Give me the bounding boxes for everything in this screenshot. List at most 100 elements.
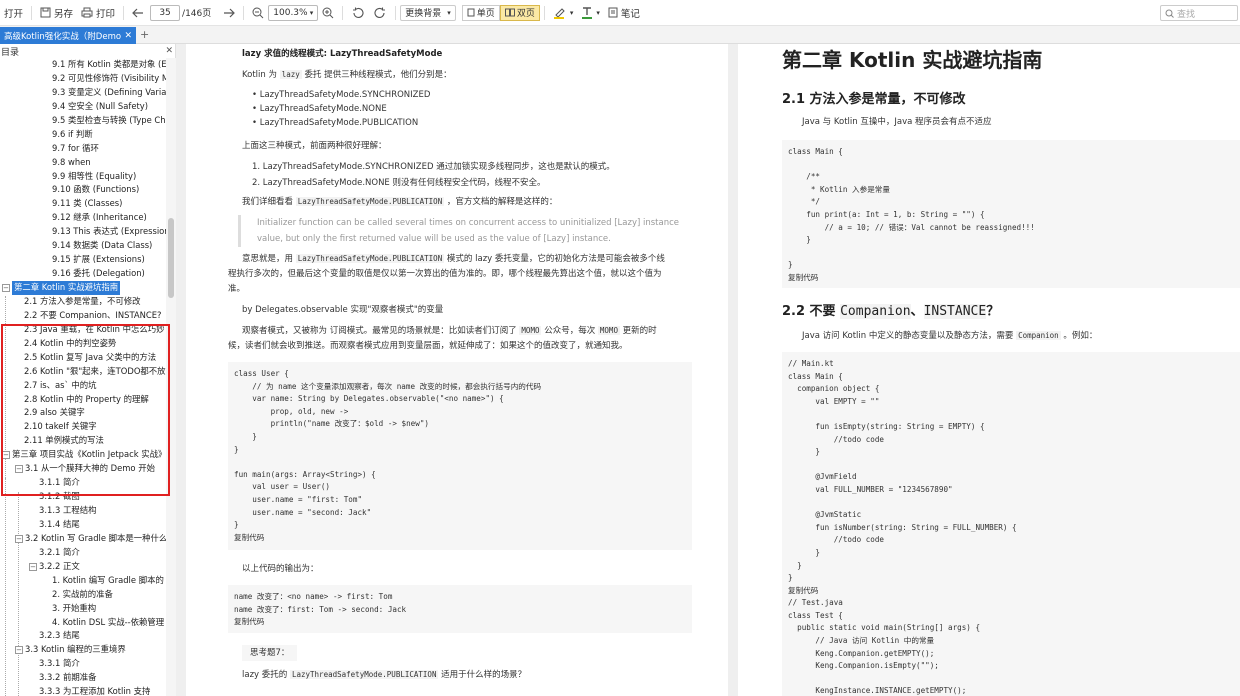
toc-item-label: 9.16 委托 (Delegation)	[52, 268, 145, 279]
toc-item[interactable]: 9.10 函数 (Functions)	[0, 183, 166, 197]
toc-title: 目录	[1, 47, 20, 58]
text: 更新的时	[622, 326, 657, 336]
code-block[interactable]: name 改变了：<no name> -> first: Tom name 改变了…	[228, 585, 692, 633]
toc-item[interactable]: 4. Kotlin DSL 实战--依赖管理	[0, 616, 166, 630]
toc-item-label: 9.6 if 判断	[52, 128, 93, 139]
toc-item[interactable]: 3.3.1 简介	[0, 657, 166, 671]
next-page-button[interactable]	[219, 8, 239, 18]
page-number-input[interactable]: 35	[150, 4, 181, 21]
toc-item-label: 9.9 相等性 (Equality)	[52, 170, 137, 181]
toc-item[interactable]: 9.3 变量定义 (Defining Variab	[0, 86, 166, 100]
text: 意思就是，用	[242, 254, 294, 264]
toc-item[interactable]: 9.15 扩展 (Extensions)	[0, 253, 166, 267]
toc-item[interactable]: −3.2 Kotlin 写 Gradle 脚本是一种什么	[0, 532, 166, 546]
copy-code-link[interactable]: 复制代码	[234, 616, 686, 629]
open-label: 打开	[4, 8, 24, 20]
toc-item[interactable]: 9.4 空安全 (Null Safety)	[0, 100, 166, 114]
toc-item[interactable]: 2. 实战前的准备	[0, 588, 166, 602]
note-button[interactable]: 笔记	[604, 6, 644, 20]
toc-item[interactable]: 1. Kotlin 编写 Gradle 脚本的	[0, 574, 166, 588]
search-input[interactable]: 查找	[1160, 5, 1238, 21]
text: lazy 委托的	[242, 670, 288, 680]
toc-item[interactable]: 9.2 可见性修饰符 (Visibility M	[0, 72, 166, 86]
zoom-select[interactable]: 100.3% ▾	[268, 4, 319, 21]
open-button[interactable]: 打开	[0, 6, 27, 20]
inline-code: Companion	[1016, 331, 1061, 340]
toc-item[interactable]: 3.3.3 为工程添加 Kotlin 支持	[0, 685, 166, 696]
page-current: 35	[159, 7, 171, 18]
scroll-thumb[interactable]	[168, 218, 174, 298]
code-block[interactable]: class User { // 为 name 这个变量添加观察者，每次 name…	[228, 362, 692, 550]
toc-item-label: 3.2 Kotlin 写 Gradle 脚本是一种什么	[25, 532, 166, 543]
zoom-out-button[interactable]	[248, 7, 268, 19]
toc-item[interactable]: 3.2.1 简介	[0, 546, 166, 560]
toc-item[interactable]: 9.13 This 表达式 (Expression	[0, 225, 166, 239]
collapse-toggle-icon[interactable]: −	[29, 562, 37, 571]
toc-item[interactable]: 9.11 类 (Classes)	[0, 197, 166, 211]
toc-item[interactable]: − 第二章 Kotlin 实战避坑指南	[0, 281, 166, 295]
toc-item[interactable]: −3.3 Kotlin 编程的三重境界	[0, 643, 166, 657]
toc-item[interactable]: 9.8 when	[0, 156, 166, 170]
text: ，官方文档的解释是这样的：	[446, 197, 558, 207]
code-block[interactable]: class Main { /** * Kotlin 入参是常量 */ fun p…	[782, 140, 1240, 288]
toc-item[interactable]: 9.14 数据类 (Data Class)	[0, 239, 166, 253]
text-color-button[interactable]: ▾	[577, 6, 604, 19]
toc-item-label: 4. Kotlin DSL 实战--依赖管理	[52, 616, 165, 627]
document-tab[interactable]: 高级Kotlin强化实战（附Demo ✕	[0, 27, 136, 44]
collapse-toggle-icon[interactable]: −	[15, 534, 23, 543]
toc-item[interactable]: 3.3.2 前期准备	[0, 671, 166, 685]
toc-item[interactable]: 9.5 类型检查与转换 (Type Ch	[0, 114, 166, 128]
inline-code: INSTANCE	[923, 304, 987, 319]
text: Kotlin 为	[242, 70, 277, 80]
toc-item[interactable]: 9.12 继承 (Inheritance)	[0, 211, 166, 225]
rotate-left-button[interactable]	[347, 7, 369, 19]
toc-item[interactable]: 9.6 if 判断	[0, 128, 166, 142]
copy-code-link[interactable]: 复制代码	[234, 532, 686, 545]
code-line: fun isNumber(string: String = FULL_NUMBE…	[788, 522, 1017, 532]
toc-item[interactable]: 3.1.4 结尾	[0, 518, 166, 532]
prev-page-button[interactable]	[128, 8, 148, 18]
toc-item-label: 9.13 This 表达式 (Expression	[52, 226, 166, 237]
close-icon[interactable]: ✕	[124, 31, 132, 41]
toc-item[interactable]: −3.2.2 正文	[0, 560, 166, 574]
copy-code-link[interactable]: 复制代码	[788, 272, 1234, 285]
print-button[interactable]: 打印	[77, 6, 119, 20]
zoom-in-button[interactable]	[318, 7, 338, 19]
copy-code-link[interactable]: 复制代码	[788, 585, 1234, 598]
text: 、	[910, 304, 924, 319]
collapse-toggle-icon[interactable]: −	[2, 284, 10, 292]
toc-item[interactable]: 9.16 委托 (Delegation)	[0, 267, 166, 281]
paragraph: 意思就是，用 LazyThreadSafetyMode.PUBLICATION …	[242, 252, 665, 264]
toc-item-label: 3.2.1 简介	[39, 546, 80, 557]
toc-item[interactable]: 3.2.3 结尾	[0, 629, 166, 643]
rotate-right-button[interactable]	[369, 7, 391, 19]
toc-item[interactable]: 9.7 for 循环	[0, 142, 166, 156]
note-label: 笔记	[620, 8, 640, 20]
toc-item[interactable]: 3. 开始重构	[0, 602, 166, 616]
highlighter-button[interactable]: ▾	[549, 7, 578, 19]
background-select[interactable]: 更换背景 ▾	[400, 4, 456, 21]
toc-item[interactable]: 2.1 方法入参是常量，不可修改	[0, 295, 166, 309]
double-page-icon	[504, 8, 515, 17]
code-line: var name: String by Delegates.observable…	[234, 394, 504, 404]
text: Java 访问 Kotlin 中定义的静态变量以及静态方法，需要	[802, 331, 1014, 341]
printer-icon	[81, 7, 93, 18]
code-line: fun print(a: Int = 1, b: String = "") {	[788, 209, 985, 219]
add-tab-icon[interactable]: +	[140, 28, 149, 41]
close-icon[interactable]: ✕	[165, 46, 173, 56]
single-page-button[interactable]: 单页	[461, 4, 500, 21]
toc-item[interactable]: 2.2 不要 Companion、INSTANCE?	[0, 309, 166, 323]
code-block[interactable]: // Main.kt class Main { companion object …	[782, 352, 1240, 696]
save-as-button[interactable]: 另存	[36, 6, 77, 20]
toc-item[interactable]: 3.1.3 工程结构	[0, 504, 166, 518]
double-page-button[interactable]: 双页	[499, 4, 540, 21]
toc-item-label: 9.5 类型检查与转换 (Type Ch	[52, 114, 166, 125]
collapse-toggle-icon[interactable]: −	[15, 646, 23, 655]
toc-item[interactable]: 9.9 相等性 (Equality)	[0, 170, 166, 184]
search-placeholder: 查找	[1177, 9, 1196, 20]
toc-item[interactable]: 9.1 所有 Kotlin 类都是对象 (E	[0, 58, 166, 72]
text: 。例如：	[1063, 331, 1098, 341]
